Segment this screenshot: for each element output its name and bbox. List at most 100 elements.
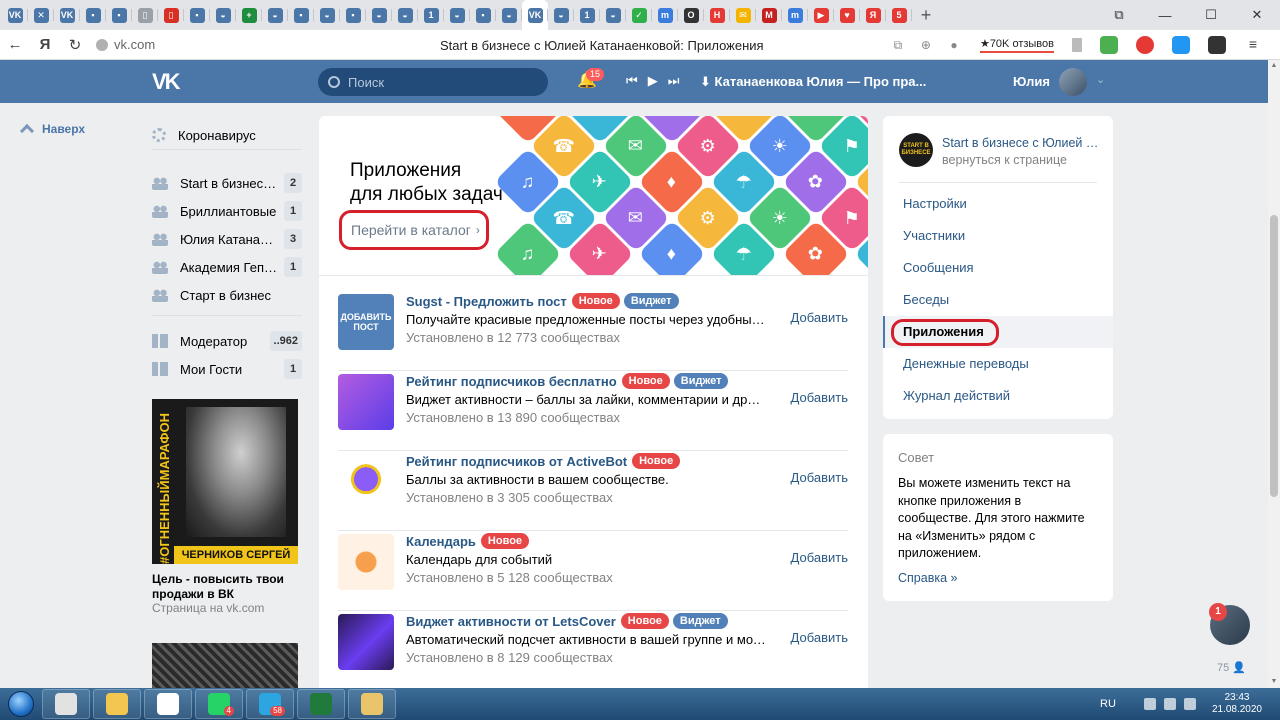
catalog-link[interactable]: Перейти в каталог › (339, 210, 489, 250)
browser-tab[interactable]: ◒ (496, 0, 522, 30)
browser-tab[interactable]: ◒ (392, 0, 418, 30)
share-icon[interactable]: ⧉ (888, 38, 908, 53)
browser-tab[interactable]: ◒ (262, 0, 288, 30)
whatsapp-task[interactable]: 4 (195, 689, 243, 719)
browser-tab[interactable]: ✉ (730, 0, 756, 30)
back-to-page-link[interactable]: вернуться к странице (942, 153, 1067, 167)
app-icon[interactable] (338, 374, 394, 430)
reload-icon[interactable]: ↻ (60, 36, 90, 54)
browser-tab[interactable]: ▯ (132, 0, 158, 30)
start-button[interactable] (0, 688, 42, 720)
language-indicator[interactable]: RU (1100, 698, 1116, 710)
browser-tab[interactable]: 1 (574, 0, 600, 30)
browser-tab[interactable]: ▶ (808, 0, 834, 30)
browser-tab[interactable]: H (704, 0, 730, 30)
next-track-icon[interactable]: ⏭ (668, 73, 680, 89)
menu-item[interactable]: Беседы (883, 284, 1113, 316)
scroll-to-top[interactable]: Наверх (19, 121, 85, 139)
explorer-task[interactable] (93, 689, 141, 719)
scroll-down-arrow-icon[interactable]: ▼ (1268, 676, 1280, 688)
promo-title[interactable]: Цель - повысить твои продажи в ВК (152, 572, 302, 602)
vk-logo[interactable]: VK (152, 71, 186, 93)
promo-image[interactable]: #ОГНЕННЫЙМАРАФОН ЧЕРНИКОВ СЕРГЕЙ (152, 399, 298, 564)
online-count[interactable]: 75 👤 (1217, 661, 1246, 674)
excel-task[interactable] (297, 689, 345, 719)
menu-item[interactable]: Денежные переводы (883, 348, 1113, 380)
sidebar-item[interactable]: Бриллиантовые 1 (152, 197, 302, 225)
sidebar-item[interactable]: Модератор ..962 (152, 327, 302, 355)
browser-tab[interactable]: 1 (418, 0, 444, 30)
group-name[interactable]: Start в бизнесе с Юлией Катанаенковой (942, 136, 1102, 150)
sidebar-item[interactable]: Start в бизнесе с Юлией Катанаенковой 2 (152, 169, 302, 197)
microphone-icon[interactable]: ● (944, 38, 964, 52)
add-app-button[interactable]: Добавить (791, 390, 848, 405)
url-field[interactable]: vk.com (96, 37, 155, 52)
browser-tab[interactable]: O (678, 0, 704, 30)
sidebar-item[interactable]: Мои Гости 1 (152, 355, 302, 383)
browser-tab[interactable]: ▪ (470, 0, 496, 30)
triangle-extension-icon[interactable] (1172, 36, 1190, 54)
browser-tab[interactable]: ✓ (626, 0, 652, 30)
app-name-link[interactable]: Календарь (406, 534, 476, 549)
maximize-button[interactable]: ☐ (1188, 7, 1234, 23)
profile-icon[interactable]: ⧉ (1096, 7, 1142, 23)
menu-item[interactable]: Настройки (883, 188, 1113, 220)
reviews-badge[interactable]: ★ 70K отзывов (979, 38, 1054, 53)
zoom-icon[interactable]: ⊕ (916, 38, 936, 52)
menu-item[interactable]: Журнал действий (883, 380, 1113, 412)
user-name[interactable]: Юлия (1013, 74, 1050, 89)
app-name-link[interactable]: Виджет активности от LetsCover (406, 614, 616, 629)
translate-extension-icon[interactable] (1208, 36, 1226, 54)
browser-tab[interactable]: m (782, 0, 808, 30)
browser-tab[interactable]: ▪ (340, 0, 366, 30)
browser-tab[interactable]: VK (2, 0, 28, 30)
browser-tab[interactable]: M (756, 0, 782, 30)
back-arrow-icon[interactable]: ← (0, 36, 30, 53)
browser-tab[interactable]: + (236, 0, 262, 30)
browser-tab[interactable]: Я (860, 0, 886, 30)
search-box[interactable] (318, 68, 548, 96)
sidebar-item[interactable]: Юлия Катанаенкова 3 (152, 225, 302, 253)
play-icon[interactable]: ▶ (648, 73, 658, 89)
chrome-task[interactable] (42, 689, 90, 719)
browser-tab[interactable]: ♥ (834, 0, 860, 30)
menu-icon[interactable]: ≡ (1244, 36, 1262, 54)
sidebar-item[interactable]: Коронавирус (152, 121, 302, 149)
search-input[interactable] (348, 74, 538, 90)
tray-network-icon[interactable] (1163, 698, 1176, 710)
browser-tab[interactable]: ◒ (210, 0, 236, 30)
app-icon[interactable] (338, 534, 394, 590)
clock[interactable]: 23:43 21.08.2020 (1212, 692, 1262, 716)
help-link[interactable]: Справка » (898, 571, 957, 585)
page-scrollbar[interactable]: ▲ ▼ (1268, 60, 1280, 688)
browser-tab[interactable]: ▯ (158, 0, 184, 30)
paint-task[interactable] (348, 689, 396, 719)
browser-tab[interactable]: ◒ (444, 0, 470, 30)
browser-tab[interactable]: ▪ (106, 0, 132, 30)
block-extension-icon[interactable] (1136, 36, 1154, 54)
sidebar-item[interactable]: Академия Гепарда 1 (152, 253, 302, 281)
sidebar-item[interactable]: Старт в бизнес (152, 281, 302, 309)
app-name-link[interactable]: Рейтинг подписчиков от ActiveBot (406, 454, 627, 469)
browser-tab[interactable]: ✕ (28, 0, 54, 30)
telegram-task[interactable]: 58 (246, 689, 294, 719)
tray-antivirus-icon[interactable] (1143, 698, 1156, 710)
menu-item[interactable]: Приложения (883, 316, 1113, 348)
bookmark-icon[interactable] (1072, 38, 1082, 52)
browser-tab[interactable]: 5 (886, 0, 912, 30)
previous-track-icon[interactable]: ⏮ (626, 73, 638, 89)
add-app-button[interactable]: Добавить (791, 630, 848, 645)
yandex-task[interactable] (144, 689, 192, 719)
app-name-link[interactable]: Sugst - Предложить пост (406, 294, 567, 309)
browser-tab[interactable]: ▪ (80, 0, 106, 30)
browser-tab[interactable]: ◒ (548, 0, 574, 30)
menu-item[interactable]: Сообщения (883, 252, 1113, 284)
app-icon[interactable] (338, 454, 394, 510)
browser-tab[interactable]: ◒ (600, 0, 626, 30)
menu-item[interactable]: Участники (883, 220, 1113, 252)
download-extension-icon[interactable] (1100, 36, 1118, 54)
browser-tab[interactable]: ◒ (366, 0, 392, 30)
yandex-home-icon[interactable]: Я (30, 36, 60, 53)
browser-tab[interactable]: VK (522, 0, 548, 30)
add-app-button[interactable]: Добавить (791, 310, 848, 325)
